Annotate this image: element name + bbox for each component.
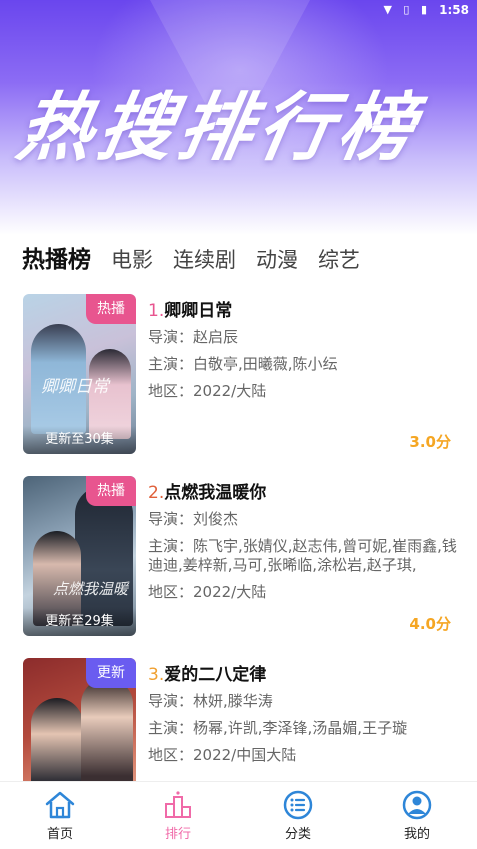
director: 导演：赵启辰 [148, 328, 239, 346]
tab-series[interactable]: 连续剧 [173, 244, 236, 274]
tabbar-category[interactable]: 分类 [248, 782, 348, 849]
cast: 主演：白敬亭,田曦薇,陈小纭 [148, 355, 338, 373]
list-item[interactable]: 更新 3.爱的二八定律 导演：林妍,滕华涛 主演：杨幂,许凯,李泽锋,汤晶媚,王… [23, 658, 463, 781]
poster-title-art: 点燃我温暖 [53, 580, 129, 598]
hero-banner: ▼ ▯ ▮ 1:58 热搜排行榜 [0, 0, 477, 235]
rank-number: 2. [148, 483, 165, 503]
score: 3.0分 [409, 433, 451, 451]
home-icon [45, 791, 75, 819]
list-item[interactable]: 点燃我温暖 热播 更新至29集 2.点燃我温暖你 导演：刘俊杰 主演：陈飞宇,张… [23, 476, 463, 636]
episode-update: 更新至30集 [23, 426, 136, 454]
director: 导演：刘俊杰 [148, 510, 239, 528]
tab-hot[interactable]: 热播榜 [22, 240, 91, 274]
status-badge: 热播 [86, 294, 136, 324]
title-text: 爱的二八定律 [164, 665, 267, 685]
tab-movie[interactable]: 电影 [111, 244, 153, 274]
title-text: 卿卿日常 [164, 301, 233, 321]
poster-image[interactable]: 更新 [23, 658, 136, 781]
list-item[interactable]: 卿卿日常 热播 更新至30集 1.卿卿日常 导演：赵启辰 主演：白敬亭,田曦薇,… [23, 294, 463, 454]
region: 地区：2022/大陆 [148, 382, 267, 400]
region: 地区：2022/大陆 [148, 583, 267, 601]
status-icons: ▼ ▯ ▮ [383, 3, 431, 16]
tabbar-label: 我的 [403, 827, 430, 842]
status-time: 1:58 [439, 3, 469, 17]
status-bar: ▼ ▯ ▮ 1:58 [0, 0, 477, 22]
cast: 主演：杨幂,许凯,李泽锋,汤晶媚,王子璇 [148, 719, 408, 737]
tab-anime[interactable]: 动漫 [256, 244, 298, 274]
tabbar-home[interactable]: 首页 [10, 782, 110, 849]
item-title[interactable]: 1.卿卿日常 [148, 296, 458, 321]
tabbar-label: 排行 [164, 827, 191, 842]
poster-image[interactable]: 卿卿日常 热播 更新至30集 [23, 294, 136, 454]
profile-icon [402, 790, 432, 820]
status-badge: 更新 [86, 658, 136, 688]
score: 4.0分 [409, 615, 451, 633]
rank-number: 3. [148, 665, 165, 685]
category-icon [283, 790, 313, 820]
rank-number: 1. [148, 301, 165, 321]
item-title[interactable]: 3.爱的二八定律 [148, 660, 458, 685]
tab-variety[interactable]: 综艺 [318, 244, 360, 274]
region: 地区：2022/中国大陆 [148, 746, 297, 764]
title-text: 点燃我温暖你 [164, 483, 267, 503]
director: 导演：林妍,滕华涛 [148, 692, 273, 710]
tabbar-label: 首页 [46, 827, 73, 842]
tabbar-ranking[interactable]: 排行 [128, 782, 228, 849]
cast: 主演：陈飞宇,张婧仪,赵志伟,曾可妮,崔雨鑫,钱迪迪,姜梓新,马可,张晞临,涂松… [148, 537, 457, 574]
bottom-tab-bar: 首页 排行 分类 我的 [0, 781, 477, 849]
hero-title: 热搜排行榜 [11, 85, 427, 171]
status-badge: 热播 [86, 476, 136, 506]
poster-image[interactable]: 点燃我温暖 热播 更新至29集 [23, 476, 136, 636]
ranking-icon [165, 791, 191, 818]
poster-title-art: 卿卿日常 [41, 377, 109, 397]
episode-update: 更新至29集 [23, 608, 136, 636]
item-title[interactable]: 2.点燃我温暖你 [148, 478, 458, 503]
category-tabs: 热播榜 电影 连续剧 动漫 综艺 [22, 238, 380, 274]
tabbar-profile[interactable]: 我的 [367, 782, 467, 849]
tabbar-label: 分类 [284, 827, 311, 842]
